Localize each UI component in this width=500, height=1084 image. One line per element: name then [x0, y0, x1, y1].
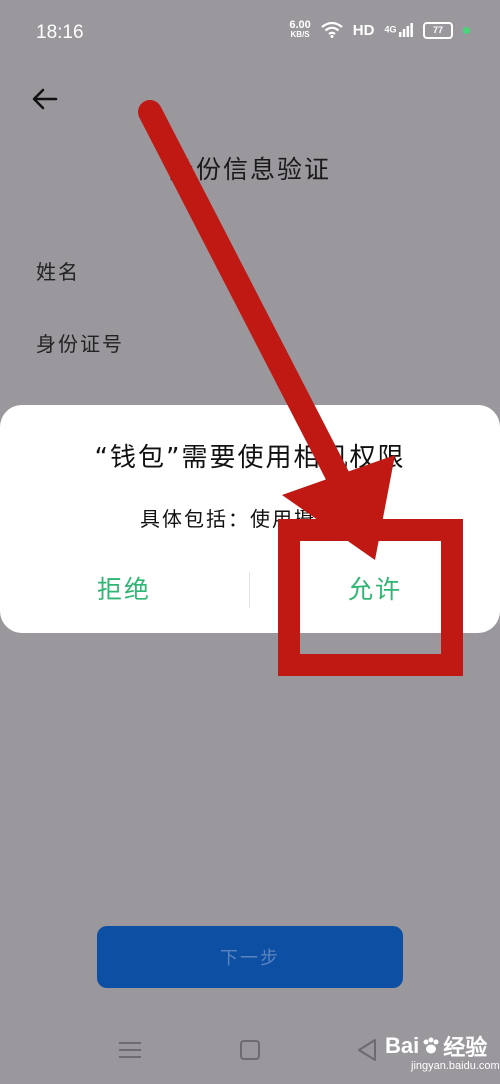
wifi-icon: [321, 22, 343, 38]
signal-icon: 4G: [384, 23, 413, 37]
paw-icon: [423, 1037, 439, 1054]
next-step-button[interactable]: 下一步: [97, 926, 403, 988]
nav-back-icon[interactable]: [356, 1038, 378, 1062]
watermark-brand: Bai: [385, 1033, 420, 1058]
home-icon[interactable]: [240, 1040, 260, 1060]
watermark-brand-suffix: 经验: [443, 1035, 488, 1060]
charging-dot-icon: [463, 26, 470, 34]
id-number-label: 身份证号: [36, 332, 124, 356]
status-icons: 6.00 KB/S HD 4G 77: [289, 20, 470, 40]
battery-icon: 77: [423, 21, 453, 39]
deny-button[interactable]: 拒绝: [97, 570, 151, 606]
watermark-site: jingyan.baidu.com: [411, 1060, 500, 1072]
menu-icon[interactable]: [119, 1040, 141, 1060]
name-label: 姓名: [36, 260, 80, 284]
status-time: 18:16: [36, 22, 84, 43]
network-speed-value: 6.00: [289, 19, 311, 31]
back-arrow-icon[interactable]: [30, 84, 60, 114]
baidu-watermark: Bai 经验 jingyan.baidu.com: [385, 1030, 500, 1072]
page-title: 身份信息验证: [168, 155, 331, 184]
watermark-logo: Bai 经验: [385, 1030, 500, 1062]
network-type: 4G: [384, 24, 397, 35]
dialog-divider: [249, 572, 250, 608]
network-speed-unit: KB/S: [290, 30, 310, 39]
allow-button[interactable]: 允许: [348, 570, 402, 606]
battery-level: 77: [432, 25, 443, 35]
hd-label: HD: [352, 21, 375, 39]
dialog-description: 具体包括：使用摄像头: [140, 507, 360, 531]
network-speed: 6.00 KB/S: [289, 20, 310, 40]
dialog-title: “钱包”需要使用相机权限: [94, 443, 406, 473]
